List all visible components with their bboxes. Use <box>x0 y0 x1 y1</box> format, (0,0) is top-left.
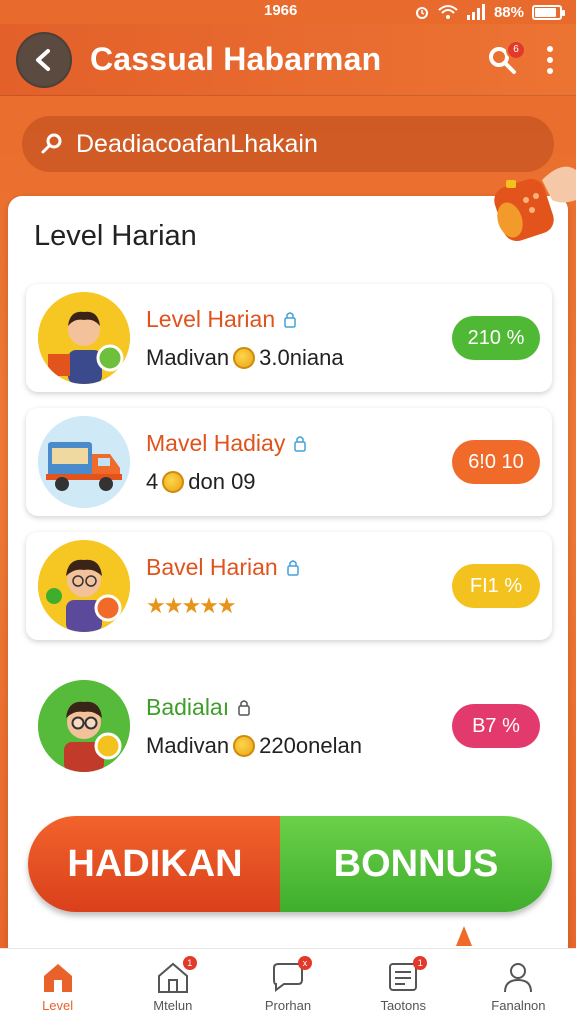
nav-badge: 1 <box>413 956 428 970</box>
nav-icon-wrap: x <box>270 956 312 994</box>
avatar <box>38 540 130 632</box>
nav-item-fanalnon[interactable]: Fanalnon <box>461 949 576 1024</box>
status-bar: 1966 88% <box>0 0 576 24</box>
wifi-icon <box>438 5 458 19</box>
row-subtitle: 4 don 09 <box>146 469 452 495</box>
status-time: 1966 <box>264 2 298 19</box>
notification-badge: 6 <box>506 39 526 60</box>
section-title: Level Harian <box>34 220 197 252</box>
star-rating-icon: ★★★★★ <box>146 592 237 618</box>
row-title: Mavel Hadiay <box>146 430 452 457</box>
profile-icon <box>504 963 533 993</box>
nav-item-prorhan[interactable]: x Prorhan <box>230 949 345 1024</box>
level-row[interactable]: Badialaı Madivan 220onelan B7 % <box>26 672 552 780</box>
progress-badge[interactable]: 210 % <box>452 316 540 360</box>
progress-badge[interactable]: 6!0 10 <box>452 440 540 484</box>
dot-icon <box>547 67 553 74</box>
nav-item-level[interactable]: Level <box>0 949 115 1024</box>
search-input[interactable]: DeadiacoafanLhakain <box>22 116 554 172</box>
back-button[interactable] <box>16 31 72 88</box>
bonus-button[interactable]: HADIKAN BONNUS <box>28 816 552 912</box>
nav-item-mtelun[interactable]: 1 Mtelun <box>115 949 230 1024</box>
battery-icon <box>532 4 565 20</box>
dot-icon <box>547 45 553 52</box>
battery-percent: 88% <box>493 3 524 21</box>
nav-label: Prorhan <box>264 998 312 1013</box>
reward-label: Madivan <box>146 732 230 758</box>
person-with-glasses-icon <box>38 680 130 772</box>
home-icon <box>43 964 72 992</box>
level-card: Level Harian Level Harian Madivan 3.0nia… <box>8 166 576 956</box>
level-title: Level Harian <box>146 305 276 332</box>
bottom-nav: Level 1 Mtelun x Prorhan 1 Taotons Fanal… <box>0 948 576 1024</box>
level-row[interactable]: Bavel Harian ★★★★★ FI1 % <box>26 532 552 640</box>
row-info: Bavel Harian ★★★★★ <box>146 554 452 619</box>
person-with-ball-icon <box>38 540 130 632</box>
row-info: Badialaı Madivan 220onelan <box>146 694 452 759</box>
level-row[interactable]: Level Harian Madivan 3.0niana 210 % <box>26 284 552 392</box>
row-title: Bavel Harian <box>146 554 452 581</box>
alarm-icon <box>415 7 428 19</box>
avatar <box>38 292 130 384</box>
avatar <box>38 416 130 508</box>
delivery-truck-icon <box>38 416 130 508</box>
level-row[interactable]: Mavel Hadiay 4 don 09 6!0 10 <box>26 408 552 516</box>
progress-badge[interactable]: B7 % <box>452 704 540 748</box>
wallet-illustration-icon <box>494 166 576 242</box>
reward-label: 4 <box>146 468 159 494</box>
reward-value: 3.0niana <box>259 344 344 370</box>
person-with-shop-icon <box>38 292 130 384</box>
nav-badge: 1 <box>182 956 197 970</box>
nav-label: Level <box>42 998 74 1013</box>
bonus-left-label: HADIKAN <box>28 816 282 912</box>
lock-icon <box>294 436 307 452</box>
nav-item-taotons[interactable]: 1 Taotons <box>346 949 461 1024</box>
bonus-right-label: BONNUS <box>280 816 552 912</box>
row-subtitle: Madivan 220onelan <box>146 733 452 759</box>
coin-icon <box>162 470 185 493</box>
search-placeholder: DeadiacoafanLhakain <box>76 129 318 158</box>
reward-value: don 09 <box>188 468 256 494</box>
row-info: Level Harian Madivan 3.0niana <box>146 306 452 371</box>
page-title: Cassual Habarman <box>90 41 382 77</box>
avatar <box>38 680 130 772</box>
level-title: Mavel Hadiay <box>146 429 286 456</box>
row-title: Badialaı <box>146 694 452 721</box>
status-icons: 88% <box>414 3 565 21</box>
level-title: Badialaı <box>146 693 230 720</box>
coin-icon <box>233 346 256 369</box>
nav-icon-wrap: 1 <box>155 956 197 994</box>
battery-fill <box>535 7 557 17</box>
nav-label: Fanalnon <box>491 998 546 1013</box>
chevron-left-icon <box>36 48 50 71</box>
row-info: Mavel Hadiay 4 don 09 <box>146 430 452 495</box>
coin-icon <box>233 734 256 757</box>
nav-badge: x <box>298 956 312 970</box>
more-options-button[interactable] <box>540 40 560 80</box>
nav-icon-wrap: 1 <box>385 956 428 994</box>
reward-label: Madivan <box>146 344 230 370</box>
search-button[interactable]: 6 <box>482 39 526 80</box>
progress-badge[interactable]: FI1 % <box>452 564 540 608</box>
dot-icon <box>547 56 553 63</box>
cursor-arrow-icon <box>456 926 472 946</box>
lock-icon <box>286 560 299 576</box>
search-icon <box>41 133 62 154</box>
level-title: Bavel Harian <box>146 553 278 580</box>
row-subtitle: Madivan 3.0niana <box>146 345 452 371</box>
app-header: Cassual Habarman 6 <box>0 24 576 96</box>
reward-value: 220onelan <box>259 732 362 758</box>
signal-icon <box>466 4 485 20</box>
row-subtitle: ★★★★★ <box>146 593 452 619</box>
nav-label: Taotons <box>380 998 426 1013</box>
nav-label: Mtelun <box>153 998 193 1013</box>
lock-icon <box>238 700 250 716</box>
lock-icon <box>284 312 296 328</box>
row-title: Level Harian <box>146 306 452 333</box>
